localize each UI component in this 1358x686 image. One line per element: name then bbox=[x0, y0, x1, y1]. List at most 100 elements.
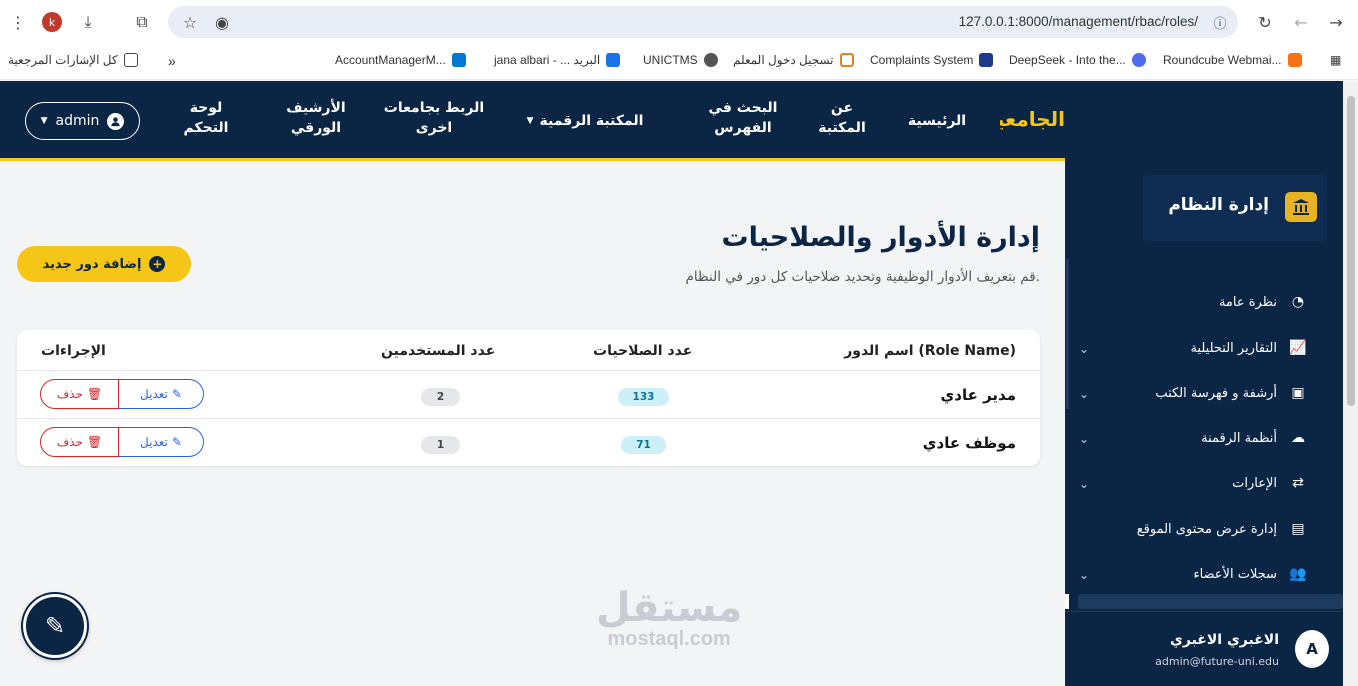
page-subtitle: قم بتعريف الأدوار الوظيفية وتحديد صلاحيا… bbox=[685, 269, 1041, 285]
sidebar-title: إدارة النظام bbox=[1168, 195, 1269, 215]
eye-icon[interactable]: ◉ bbox=[210, 10, 234, 34]
nav-about[interactable]: عن المكتبة bbox=[810, 98, 874, 139]
site-info-icon[interactable]: ⓘ bbox=[1208, 10, 1232, 34]
row-divider bbox=[17, 370, 1040, 371]
nav-digital-library[interactable]: ▼ المكتبة الرقمية bbox=[520, 111, 650, 131]
edit-button[interactable]: تعديل ✎ bbox=[119, 379, 204, 409]
nav-dashboard[interactable]: لوحة التحكم bbox=[176, 98, 236, 139]
bookmark-label: تسجيل دخول المعلم bbox=[733, 53, 834, 67]
bookmark-label: كل الإشارات المرجعية bbox=[8, 53, 118, 67]
admin-label: admin bbox=[55, 113, 100, 129]
shield-icon bbox=[979, 53, 994, 67]
extensions-icon[interactable]: ⧉ bbox=[130, 10, 154, 34]
bookmark-label: AccountManagerM... bbox=[335, 53, 446, 67]
active-marker bbox=[1065, 594, 1069, 609]
sidebar-item-label: أرشفة و فهرسة الكتب bbox=[1155, 385, 1277, 401]
delete-button[interactable]: حذف 🗑 bbox=[40, 379, 119, 409]
user-circle-icon bbox=[107, 112, 125, 130]
permissions-count-badge: 133 bbox=[618, 388, 669, 406]
bookmark-accountmanager[interactable]: AccountManagerM... bbox=[335, 53, 466, 67]
permissions-count-badge: 71 bbox=[621, 436, 666, 454]
profile-avatar[interactable]: k bbox=[40, 10, 64, 34]
sidebar-item-reports[interactable]: التقارير التحليلية 📈 bbox=[1190, 340, 1309, 356]
cloud-upload-icon: ☁ bbox=[1291, 430, 1305, 446]
all-bookmarks[interactable]: كل الإشارات المرجعية bbox=[8, 53, 138, 67]
row-actions: حذف 🗑 تعديل ✎ bbox=[40, 427, 204, 457]
sidebar-divider bbox=[1066, 259, 1069, 409]
chevron-down-icon[interactable]: ⌄ bbox=[1079, 342, 1089, 356]
chevron-down-icon[interactable]: ⌄ bbox=[1079, 387, 1089, 401]
nav-catalog-search[interactable]: البحث في الفهرس bbox=[705, 98, 781, 139]
users-count-badge: 2 bbox=[421, 388, 460, 406]
add-role-button[interactable]: إضافة دور جديد + bbox=[17, 246, 191, 282]
watermark-latin: mostaql.com bbox=[607, 628, 731, 650]
sidebar-item-label: نظرة عامة bbox=[1218, 294, 1277, 310]
sidebar-item-loans[interactable]: الإعارات ⇄ bbox=[1232, 475, 1309, 491]
pencil-icon: ✎ bbox=[44, 612, 66, 640]
folder-icon bbox=[123, 53, 138, 67]
back-icon[interactable]: → bbox=[1324, 10, 1348, 34]
sidebar-item-label: سجلات الأعضاء bbox=[1193, 566, 1277, 582]
users-icon: 👥 bbox=[1289, 566, 1307, 582]
sidebar-item-label: أنظمة الرقمنة bbox=[1201, 430, 1277, 446]
bookmark-label: Roundcube Webmai... bbox=[1163, 53, 1282, 67]
watermark-arabic: مستقل bbox=[596, 585, 743, 631]
column-header-permissions: عدد الصلاحيات bbox=[593, 343, 693, 359]
sidebar-item-label: الإعارات bbox=[1232, 475, 1277, 491]
deepseek-icon bbox=[1131, 53, 1146, 67]
caret-down-icon: ▼ bbox=[40, 116, 48, 126]
bookmark-label: jana albari - ... البريد bbox=[494, 53, 601, 67]
address-bar[interactable]: ☆ ◉ 127.0.0.1:8000/management/rbac/roles… bbox=[168, 6, 1238, 38]
bookmark-roundcube[interactable]: Roundcube Webmai... bbox=[1163, 53, 1302, 67]
nav-paper-archive[interactable]: الأرشيف الورقي bbox=[280, 98, 352, 139]
download-icon[interactable]: ⤓ bbox=[76, 10, 100, 34]
scrollbar-thumb[interactable] bbox=[1347, 96, 1355, 406]
avatar[interactable]: A bbox=[1295, 630, 1329, 668]
user-email: admin@future-uni.edu bbox=[1155, 655, 1279, 668]
nav-university-links[interactable]: الربط بجامعات اخرى bbox=[380, 98, 488, 139]
page-title: إدارة الأدوار والصلاحيات bbox=[721, 222, 1040, 253]
exchange-icon: ⇄ bbox=[1292, 475, 1304, 491]
sidebar-item-label: إدارة عرض محتوى الموقع bbox=[1136, 521, 1277, 537]
column-header-role-name: اسم الدور (Role Name) bbox=[844, 343, 1016, 359]
caret-down-icon: ▼ bbox=[526, 115, 534, 126]
bookmark-teacher-login[interactable]: تسجيل دخول المعلم bbox=[733, 53, 854, 67]
admin-menu-button[interactable]: ▼ admin bbox=[25, 102, 140, 140]
sidebar-item-members[interactable]: سجلات الأعضاء 👥 bbox=[1193, 566, 1309, 582]
image-icon: ▤ bbox=[1291, 521, 1305, 537]
outlook-icon bbox=[606, 53, 621, 67]
edit-button[interactable]: تعديل ✎ bbox=[119, 427, 204, 457]
bookmark-star-icon[interactable]: ☆ bbox=[178, 10, 202, 34]
sidebar-active-item[interactable] bbox=[1078, 594, 1343, 609]
bookmark-complaints[interactable]: Complaints System bbox=[870, 53, 994, 67]
bookmark-unictms[interactable]: UNICTMS bbox=[643, 53, 718, 67]
row-actions: حذف 🗑 تعديل ✎ bbox=[40, 379, 204, 409]
url-text[interactable]: 127.0.0.1:8000/management/rbac/roles/ bbox=[959, 14, 1198, 29]
roundcube-icon bbox=[1287, 53, 1302, 67]
brand-name[interactable]: الجامعية bbox=[1000, 107, 1065, 131]
bookmark-mail[interactable]: jana albari - ... البريد bbox=[494, 53, 621, 67]
sidebar-item-archiving[interactable]: أرشفة و فهرسة الكتب ▣ bbox=[1155, 385, 1309, 401]
delete-button[interactable]: حذف 🗑 bbox=[40, 427, 119, 457]
plus-circle-icon: + bbox=[149, 256, 166, 272]
sidebar-item-site-content[interactable]: إدارة عرض محتوى الموقع ▤ bbox=[1137, 521, 1309, 537]
chevron-down-icon[interactable]: ⌄ bbox=[1079, 477, 1089, 491]
nav-home[interactable]: الرئيسية bbox=[905, 111, 969, 131]
sidebar-item-digitization[interactable]: أنظمة الرقمنة ☁ bbox=[1201, 430, 1309, 446]
reload-icon[interactable]: ↻ bbox=[1253, 10, 1277, 34]
roles-table: اسم الدور (Role Name) عدد الصلاحيات عدد … bbox=[17, 330, 1040, 466]
row-divider bbox=[17, 418, 1040, 419]
chevron-down-icon[interactable]: ⌄ bbox=[1079, 432, 1089, 446]
chevron-down-icon[interactable]: ⌄ bbox=[1079, 568, 1089, 582]
users-count-badge: 1 bbox=[421, 436, 460, 454]
apps-grid-icon[interactable]: ▦ bbox=[1330, 53, 1341, 67]
sidebar-item-overview[interactable]: نظرة عامة ◔ bbox=[1219, 294, 1309, 310]
floating-edit-button[interactable]: ✎ bbox=[23, 594, 87, 658]
bookmark-deepseek[interactable]: DeepSeek - Into the... bbox=[1009, 53, 1146, 67]
sidebar-header: إدارة النظام bbox=[1143, 175, 1327, 241]
browser-toolbar: ⋮ k ⤓ ⧉ ☆ ◉ 127.0.0.1:8000/management/rb… bbox=[0, 0, 1358, 44]
more-bookmarks-icon[interactable]: » bbox=[168, 53, 176, 69]
browser-menu-icon[interactable]: ⋮ bbox=[6, 10, 30, 34]
forward-icon[interactable]: ← bbox=[1289, 10, 1313, 34]
windows-icon bbox=[451, 53, 466, 67]
